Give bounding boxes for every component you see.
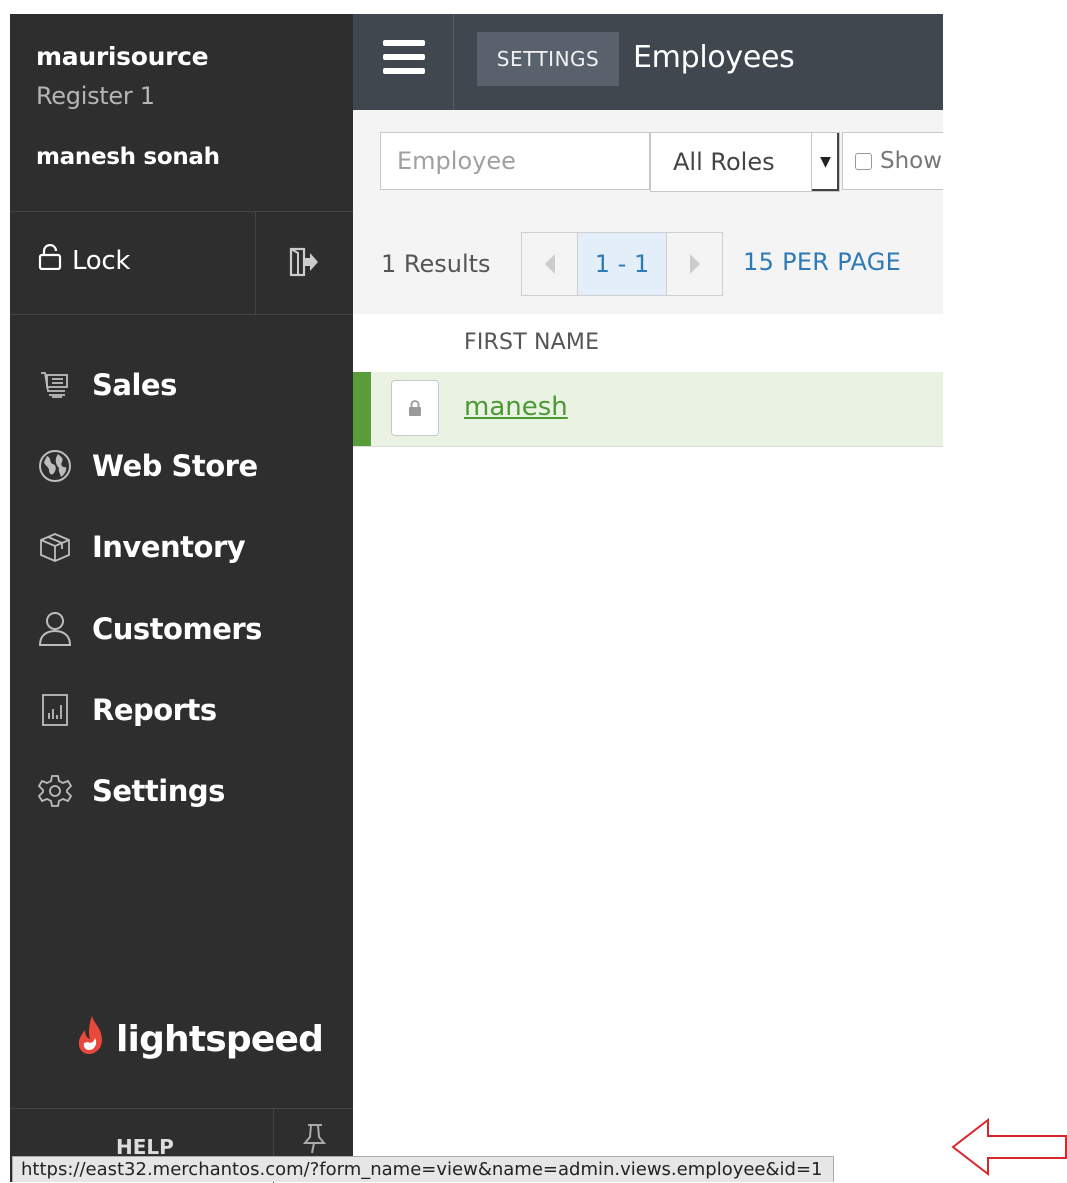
globe-icon bbox=[36, 447, 74, 485]
top-bar: SETTINGS Employees bbox=[353, 14, 943, 110]
divider bbox=[453, 14, 454, 110]
nav-label: Inventory bbox=[92, 530, 246, 565]
employee-link[interactable]: manesh bbox=[464, 392, 568, 422]
register-name: Register 1 bbox=[36, 82, 155, 110]
checkbox-icon bbox=[855, 152, 872, 170]
nav-item-web-store[interactable]: Web Store bbox=[10, 425, 353, 506]
page-title: Employees bbox=[633, 40, 795, 75]
nav-item-inventory[interactable]: Inventory bbox=[10, 507, 353, 588]
show-archived-checkbox[interactable]: Show bbox=[842, 132, 943, 190]
lightspeed-logo: lightspeed bbox=[74, 1014, 324, 1065]
nav-label: Settings bbox=[92, 774, 225, 809]
filter-bar: All Roles ▼ Show bbox=[353, 110, 943, 213]
column-header-first-name[interactable]: FIRST NAME bbox=[464, 330, 599, 355]
user-name[interactable]: manesh sonah bbox=[36, 144, 220, 170]
gear-icon bbox=[36, 772, 74, 810]
main-content: All Roles ▼ Show 1 Results 1 - 1 15 PER … bbox=[353, 110, 943, 1170]
nav-item-sales[interactable]: Sales bbox=[10, 344, 353, 425]
status-bar-url: https://east32.merchantos.com/?form_name… bbox=[12, 1156, 834, 1182]
nav-label: Web Store bbox=[92, 448, 258, 483]
role-select[interactable]: All Roles ▼ bbox=[650, 132, 840, 192]
store-name: maurisource bbox=[36, 42, 209, 71]
pager: 1 - 1 bbox=[521, 232, 723, 296]
padlock-icon bbox=[38, 243, 62, 277]
per-page-selector[interactable]: 15 PER PAGE bbox=[743, 248, 901, 276]
padlock-icon bbox=[409, 400, 421, 416]
hamburger-menu-icon[interactable] bbox=[383, 38, 425, 80]
lock-button[interactable]: Lock bbox=[38, 243, 131, 277]
pin-icon[interactable] bbox=[300, 1123, 328, 1159]
nav-label: Customers bbox=[92, 611, 262, 646]
nav-label: Sales bbox=[92, 367, 177, 402]
annotation-arrow-icon bbox=[950, 1116, 1067, 1182]
row-lock-button[interactable] bbox=[391, 380, 439, 436]
nav-item-customers[interactable]: Customers bbox=[10, 588, 353, 669]
breadcrumb-settings[interactable]: SETTINGS bbox=[477, 32, 619, 86]
sidebar: maurisource Register 1 manesh sonah Lock… bbox=[10, 14, 353, 1183]
table-row[interactable]: manesh bbox=[353, 372, 943, 447]
logo-text: lightspeed bbox=[116, 1019, 324, 1060]
divider bbox=[255, 212, 256, 314]
row-selected-indicator bbox=[353, 372, 371, 446]
page-range: 1 - 1 bbox=[577, 233, 667, 295]
caret-right-icon bbox=[689, 254, 700, 274]
flame-icon bbox=[74, 1014, 108, 1065]
pagination-bar: 1 Results 1 - 1 15 PER PAGE bbox=[353, 212, 943, 315]
lock-row: Lock bbox=[10, 212, 353, 314]
show-label: Show bbox=[880, 148, 943, 174]
person-icon bbox=[36, 610, 74, 648]
nav-item-settings[interactable]: Settings bbox=[10, 750, 353, 831]
role-select-value: All Roles bbox=[673, 148, 775, 176]
results-count: 1 Results bbox=[381, 250, 491, 278]
caret-down-icon: ▼ bbox=[811, 133, 839, 191]
next-page-button[interactable] bbox=[667, 233, 722, 295]
report-icon bbox=[36, 691, 74, 729]
prev-page-button[interactable] bbox=[522, 233, 577, 295]
logout-icon[interactable] bbox=[288, 246, 320, 282]
lock-label: Lock bbox=[72, 245, 131, 276]
table-header: FIRST NAME bbox=[353, 314, 943, 373]
sidebar-nav: Sales Web Store Inventory Customers Repo… bbox=[10, 344, 353, 832]
nav-item-reports[interactable]: Reports bbox=[10, 669, 353, 750]
box-icon bbox=[36, 528, 74, 566]
register-icon bbox=[36, 366, 74, 404]
employee-search-input[interactable] bbox=[380, 132, 650, 190]
nav-label: Reports bbox=[92, 692, 217, 727]
caret-left-icon bbox=[544, 254, 555, 274]
divider bbox=[10, 314, 353, 315]
